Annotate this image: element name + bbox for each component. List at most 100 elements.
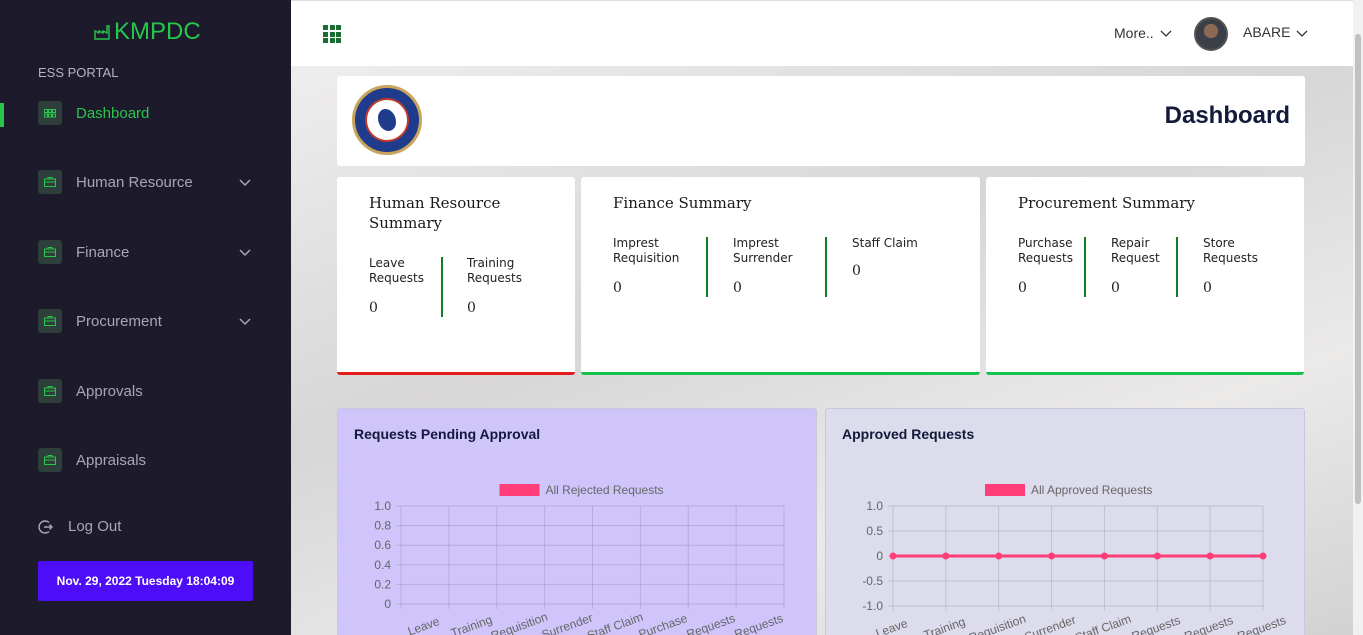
data-point: [1259, 552, 1267, 560]
sidebar-item-label: Human Resource: [76, 173, 193, 191]
briefcase-icon: [38, 240, 62, 264]
legend-swatch: [499, 484, 540, 496]
chevron-down-icon: [239, 318, 251, 326]
y-tick-label: 0: [876, 549, 883, 563]
logout-icon: [38, 519, 53, 534]
page-title: Dashboard: [1164, 102, 1290, 129]
stat-label: Imprest Surrender: [733, 236, 793, 265]
approved-requests-chart: All Approved Requests 1.0 0.5 0 -0.5 -1.0 Leav…: [862, 483, 1288, 635]
scrollbar[interactable]: [1353, 0, 1363, 635]
approved-requests-chart-card: Approved Requests All Approved Requests 1…: [825, 408, 1305, 635]
hr-summary-card: Human Resource Summary Leave Requests 0 …: [337, 177, 575, 375]
data-point: [1100, 552, 1108, 560]
portal-label: ESS PORTAL: [38, 65, 119, 80]
organization-logo: [352, 85, 422, 155]
sidebar-item-finance[interactable]: Finance: [0, 232, 291, 272]
y-tick-label: 1.0: [374, 499, 391, 513]
data-point: [1153, 552, 1161, 560]
briefcase-icon: [38, 379, 62, 403]
stat-imprest-surrender[interactable]: Imprest Surrender 0: [733, 236, 803, 296]
y-tick-label: 0.8: [374, 519, 391, 533]
stat-training-requests[interactable]: Training Requests 0: [467, 256, 527, 316]
sidebar: KMPDC ESS PORTAL Dashboard Human Resourc…: [0, 0, 291, 635]
x-tick-label: Requisition: [967, 612, 1028, 635]
avatar[interactable]: [1194, 17, 1228, 51]
stat-value: 0: [1203, 280, 1212, 296]
sidebar-item-label: Finance: [76, 243, 130, 261]
user-menu[interactable]: ABARE: [1243, 24, 1308, 40]
chevron-down-icon: [239, 249, 251, 257]
sidebar-item-label: Appraisals: [76, 451, 147, 469]
y-tick-label: -0.5: [862, 574, 883, 588]
briefcase-icon: [38, 309, 62, 333]
logout-label: Log Out: [68, 518, 122, 535]
pending-approval-chart: All Rejected Requests 1.0 0.8 0.6 0.4 0.2 0 Lea…: [374, 483, 785, 635]
sidebar-item-appraisals[interactable]: Appraisals: [0, 440, 291, 480]
stat-imprest-requisition[interactable]: Imprest Requisition 0: [613, 236, 688, 296]
data-point: [1206, 552, 1214, 560]
user-name: ABARE: [1243, 24, 1291, 40]
stat-value: 0: [369, 300, 378, 316]
more-label: More..: [1114, 25, 1154, 41]
card-title: Procurement Summary: [1018, 194, 1195, 212]
finance-summary-card: Finance Summary Imprest Requisition 0 Im…: [581, 177, 980, 375]
y-tick-label: -1.0: [862, 599, 883, 613]
stat-value: 0: [1111, 280, 1120, 296]
chevron-down-icon: [239, 179, 251, 187]
stat-label: Imprest Requisition: [613, 236, 680, 265]
x-tick-label: Staff Claim: [1073, 612, 1133, 635]
legend-label: All Approved Requests: [1031, 483, 1152, 497]
stat-purchase-requests[interactable]: Purchase Requests 0: [1018, 236, 1078, 296]
briefcase-icon: [38, 448, 62, 472]
x-tick-label: Purchase: [637, 611, 690, 635]
x-tick-label: Leave: [874, 616, 910, 635]
divider: [1084, 237, 1086, 297]
stat-repair-request[interactable]: Repair Request 0: [1111, 236, 1166, 296]
x-tick-label: Training: [449, 612, 494, 635]
brand-name: KMPDC: [114, 18, 201, 45]
sidebar-item-approvals[interactable]: Approvals: [0, 371, 291, 411]
procurement-summary-card: Procurement Summary Purchase Requests 0 …: [986, 177, 1304, 375]
sidebar-item-dashboard[interactable]: Dashboard: [0, 93, 291, 133]
divider: [1176, 237, 1178, 297]
divider: [825, 237, 827, 297]
brand-logo[interactable]: KMPDC: [94, 18, 201, 46]
sidebar-item-label: Approvals: [76, 382, 143, 400]
topbar: More.. ABARE: [291, 0, 1363, 66]
card-title: Human Resource Summary: [369, 194, 501, 232]
y-tick-label: 0.6: [374, 538, 391, 552]
chevron-down-icon: [1297, 30, 1308, 37]
apps-grid-icon[interactable]: [323, 25, 341, 43]
divider: [441, 257, 443, 317]
stat-label: Staff Claim: [852, 236, 918, 250]
data-point: [942, 552, 950, 560]
stat-value: 0: [733, 280, 742, 296]
card-title: Finance Summary: [613, 194, 752, 212]
sidebar-item-procurement[interactable]: Procurement: [0, 301, 291, 341]
x-tick-label: Requests: [1130, 613, 1182, 635]
stat-label: Training Requests: [467, 256, 522, 285]
sidebar-item-human-resource[interactable]: Human Resource: [0, 162, 291, 202]
stat-value: 0: [613, 280, 622, 296]
stat-value: 0: [467, 300, 476, 316]
y-tick-label: 0.5: [866, 524, 883, 538]
x-tick-label: Requests: [685, 611, 737, 635]
divider: [706, 237, 708, 297]
y-tick-label: 0.4: [374, 558, 391, 572]
stat-leave-requests[interactable]: Leave Requests 0: [369, 256, 429, 316]
data-point: [889, 552, 897, 560]
stat-label: Repair Request: [1111, 236, 1160, 265]
more-menu[interactable]: More..: [1114, 25, 1172, 41]
x-tick-label: Surrender: [1023, 613, 1078, 635]
stat-staff-claim[interactable]: Staff Claim 0: [852, 236, 932, 279]
legend-label: All Rejected Requests: [546, 483, 664, 497]
pending-approval-chart-card: Requests Pending Approval All Rejected R…: [337, 408, 817, 635]
stat-store-requests[interactable]: Store Requests 0: [1203, 236, 1263, 296]
scrollbar-thumb[interactable]: [1355, 34, 1361, 504]
data-point: [1048, 552, 1056, 560]
y-tick-label: 0: [384, 597, 391, 611]
stat-value: 0: [1018, 280, 1027, 296]
logout-button[interactable]: Log Out: [38, 518, 121, 535]
x-tick-label: Leave: [406, 614, 442, 635]
grid-icon: [38, 101, 62, 125]
